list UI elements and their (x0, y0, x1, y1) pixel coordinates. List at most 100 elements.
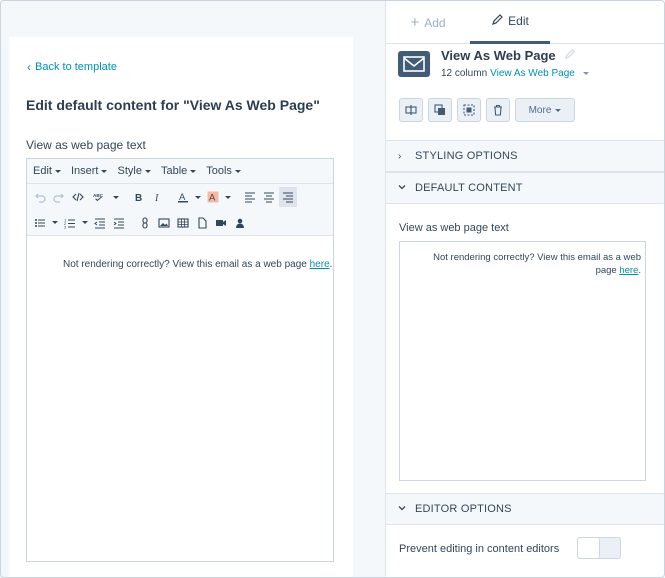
menu-tools-label: Tools (206, 165, 232, 177)
menu-style[interactable]: Style (117, 165, 151, 177)
module-title: View As Web Page (441, 48, 575, 63)
svg-text:3: 3 (64, 224, 67, 229)
text-field-label: View as web page text (399, 222, 509, 234)
svg-text:A: A (209, 193, 216, 204)
align-left-icon[interactable] (241, 187, 259, 207)
bold-icon[interactable]: B (129, 187, 147, 207)
caret-down-icon (195, 195, 201, 199)
spellcheck-icon[interactable]: ABC (88, 187, 110, 207)
rich-text-editor[interactable]: Edit Insert Style Table Tools ABC B I A … (26, 158, 334, 562)
caret-down-icon (555, 108, 562, 112)
svg-text:B: B (135, 193, 142, 203)
styling-options-section[interactable]: › STYLING OPTIONS (386, 140, 664, 172)
outdent-icon[interactable] (91, 213, 109, 233)
bullet-list-icon[interactable] (31, 213, 49, 233)
edit-title-pencil-icon[interactable] (564, 48, 575, 63)
module-sidebar: + Add Edit View As Web Page 12 column Vi… (385, 1, 664, 577)
editor-toolbar-row-1: ABC B I A A (27, 184, 333, 210)
tab-add[interactable]: + Add (386, 1, 470, 44)
bullet-list-dropdown-icon[interactable] (50, 213, 60, 233)
caret-down-icon (113, 195, 119, 199)
menu-insert[interactable]: Insert (71, 165, 108, 177)
background-color-dropdown-icon[interactable] (223, 187, 233, 207)
editor-options-section[interactable]: EDITOR OPTIONS (386, 493, 664, 525)
undo-icon[interactable] (31, 187, 49, 207)
personalization-icon[interactable] (231, 213, 249, 233)
chevron-right-icon: › (398, 150, 402, 162)
image-icon[interactable] (155, 213, 173, 233)
content-editor-panel: ‹ Back to template Edit default content … (9, 37, 353, 577)
editor-content[interactable]: Not rendering correctly? View this email… (63, 259, 332, 270)
tab-add-label: Add (424, 15, 446, 30)
back-to-template-link[interactable]: ‹ Back to template (27, 61, 117, 73)
menu-edit[interactable]: Edit (33, 165, 61, 177)
chevron-left-icon: ‹ (27, 60, 31, 74)
preview-body-suffix: . (638, 265, 641, 276)
editor-body-text: Not rendering correctly? View this email… (63, 259, 310, 270)
more-button[interactable]: More (515, 98, 575, 122)
indent-icon[interactable] (110, 213, 128, 233)
source-code-icon[interactable] (69, 187, 87, 207)
chevron-down-icon (398, 183, 406, 194)
editor-body-suffix: . (329, 259, 333, 270)
editor-here-link[interactable]: here (310, 259, 330, 270)
caret-down-icon (54, 169, 61, 173)
clone-module-button[interactable] (428, 98, 452, 122)
caret-down-icon (52, 221, 58, 224)
text-preview-box[interactable]: Not rendering correctly? View this email… (399, 241, 646, 481)
background-color-icon[interactable]: A (204, 187, 222, 207)
table-icon[interactable] (174, 213, 192, 233)
menu-table-label: Table (160, 165, 188, 177)
sidebar-tabs: + Add Edit (386, 1, 664, 44)
text-color-dropdown-icon[interactable] (193, 187, 203, 207)
trash-icon (494, 104, 502, 116)
tab-edit-label: Edit (508, 14, 529, 28)
wrap-module-button[interactable] (457, 98, 481, 122)
document-icon[interactable] (193, 213, 211, 233)
numbered-list-icon[interactable]: 123 (61, 213, 79, 233)
text-color-icon[interactable]: A (174, 187, 192, 207)
align-center-icon[interactable] (260, 187, 278, 207)
spellcheck-dropdown-icon[interactable] (111, 187, 121, 207)
prevent-editing-toggle[interactable] (577, 537, 621, 559)
module-title-text: View As Web Page (441, 48, 556, 63)
numbered-list-dropdown-icon[interactable] (80, 213, 90, 233)
toggle-knob (578, 538, 600, 558)
wrap-icon (463, 104, 475, 116)
preview-here-link[interactable]: here (619, 265, 638, 276)
menu-edit-label: Edit (33, 165, 52, 177)
caret-down-icon (190, 169, 197, 173)
redo-icon[interactable] (50, 187, 68, 207)
module-subtitle: 12 column View As Web Page (441, 68, 589, 79)
delete-module-button[interactable] (486, 98, 510, 122)
caret-down-icon (82, 221, 88, 224)
menu-tools[interactable]: Tools (206, 165, 241, 177)
link-icon[interactable] (136, 213, 154, 233)
menu-table[interactable]: Table (160, 165, 197, 177)
editor-options-label: EDITOR OPTIONS (415, 503, 512, 515)
menu-style-label: Style (117, 165, 142, 177)
envelope-icon (398, 51, 430, 77)
default-content-section[interactable]: DEFAULT CONTENT (386, 172, 664, 204)
caret-down-icon[interactable] (582, 72, 589, 75)
module-type-link[interactable]: View As Web Page (490, 68, 575, 79)
split-module-button[interactable] (399, 98, 423, 122)
split-icon (405, 105, 417, 115)
caret-down-icon (234, 169, 241, 173)
menu-insert-label: Insert (70, 165, 99, 177)
preview-body-text: Not rendering correctly? View this email… (433, 252, 641, 276)
italic-icon[interactable]: I (148, 187, 166, 207)
caret-down-icon (101, 169, 108, 173)
pencil-icon (491, 13, 504, 29)
tab-edit[interactable]: Edit (470, 1, 550, 44)
plus-icon: + (410, 14, 420, 31)
editor-menubar: Edit Insert Style Table Tools (27, 159, 333, 184)
align-right-icon[interactable] (279, 187, 297, 207)
more-button-label: More (528, 104, 552, 116)
back-link-label: Back to template (35, 61, 117, 73)
styling-options-label: STYLING OPTIONS (415, 150, 518, 162)
prevent-editing-label: Prevent editing in content editors (399, 543, 560, 555)
svg-text:ABC: ABC (93, 193, 104, 198)
preview-content: Not rendering correctly? View this email… (411, 251, 641, 277)
video-icon[interactable] (212, 213, 230, 233)
